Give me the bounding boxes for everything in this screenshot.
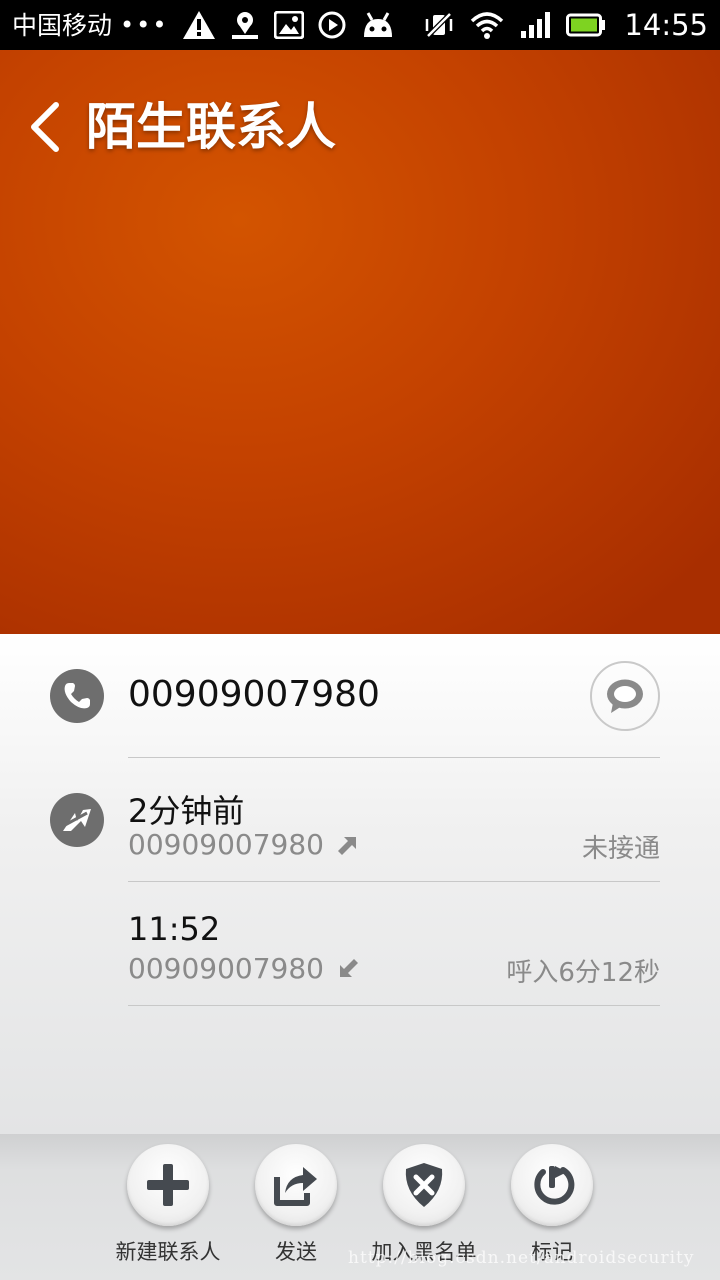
- android-icon: [360, 11, 396, 39]
- play-icon: [318, 11, 346, 39]
- call-time: 11:52: [128, 910, 221, 948]
- back-arrow-icon: [31, 102, 59, 152]
- header-banner: 陌生联系人: [0, 50, 720, 634]
- contact-details: 00909007980 2分钟前 00909007980 未接通 11:52 0…: [0, 634, 720, 1134]
- image-icon: [274, 11, 305, 39]
- signal-icon: [520, 11, 551, 39]
- new-contact-label: 新建联系人: [115, 1240, 221, 1264]
- back-button[interactable]: [20, 94, 70, 160]
- phone-number-row[interactable]: 00909007980: [0, 634, 720, 758]
- carrier-name: 中国移动: [12, 10, 113, 40]
- call-status: 呼入6分12秒: [506, 958, 660, 988]
- call-history-icon: [50, 793, 104, 847]
- status-time: 14:55: [624, 7, 708, 42]
- send-message-button[interactable]: [590, 661, 660, 731]
- status-bar: 中国移动 ••• 14:55: [0, 0, 720, 50]
- call-number-text: 00909007980: [128, 828, 324, 861]
- call-status: 未接通: [581, 834, 660, 864]
- new-contact-action[interactable]: 新建联系人: [104, 1144, 232, 1266]
- warning-icon: [182, 10, 216, 40]
- mark-icon: [534, 1166, 575, 1205]
- divider: [128, 1005, 660, 1006]
- incoming-arrow-icon: [339, 958, 358, 977]
- page-title: 陌生联系人: [86, 98, 336, 156]
- battery-icon: [566, 13, 606, 37]
- send-label: 发送: [275, 1240, 317, 1264]
- send-button[interactable]: [255, 1144, 337, 1226]
- plus-icon: [147, 1164, 189, 1206]
- new-contact-button[interactable]: [127, 1144, 209, 1226]
- blacklist-button[interactable]: [383, 1144, 465, 1226]
- outgoing-arrow-icon: [337, 836, 356, 855]
- phone-icon: [50, 669, 104, 723]
- wifi-icon: [470, 11, 504, 39]
- call-log-entry[interactable]: 2分钟前 00909007980 未接通: [0, 758, 720, 882]
- call-number-text: 00909007980: [128, 952, 324, 985]
- vibrate-off-icon: [424, 10, 454, 40]
- call-log-entry[interactable]: 11:52 00909007980 呼入6分12秒: [0, 882, 720, 1006]
- message-bubble-icon: [607, 679, 643, 713]
- call-time: 2分钟前: [128, 792, 245, 830]
- share-icon: [274, 1167, 317, 1206]
- watermark: http://blog.csdn.net/androidsecurity: [348, 1248, 695, 1268]
- send-action[interactable]: 发送: [232, 1144, 360, 1266]
- map-pin-icon: [230, 10, 260, 40]
- mark-button[interactable]: [511, 1144, 593, 1226]
- phone-number: 00909007980: [128, 674, 380, 715]
- more-dots: •••: [120, 11, 169, 39]
- call-number: 00909007980: [128, 828, 358, 861]
- call-number: 00909007980: [128, 952, 358, 985]
- shield-block-icon: [405, 1163, 443, 1207]
